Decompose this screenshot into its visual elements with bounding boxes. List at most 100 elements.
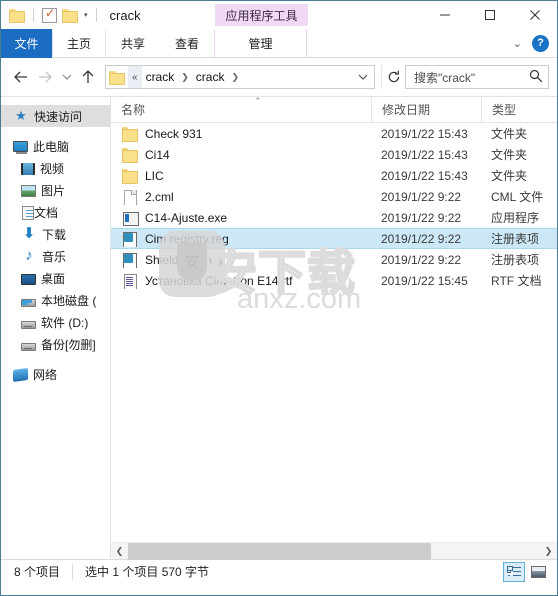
tab-share[interactable]: 共享 xyxy=(106,29,160,58)
scrollbar-thumb[interactable] xyxy=(128,542,431,560)
file-date-cell: 2019/1/22 15:45 xyxy=(381,273,468,288)
file-name-cell[interactable]: C14-Ajuste.exe xyxy=(111,210,371,226)
folder-icon xyxy=(122,147,138,163)
column-header-type[interactable]: 类型 xyxy=(481,97,557,123)
maximize-button[interactable] xyxy=(467,1,512,29)
file-date-cell: 2019/1/22 15:43 xyxy=(381,126,468,141)
main-area: ★ 快速访问此电脑视频 图片 文档 ⬇ 下载 ♪ 音乐桌面 本地磁盘 (软件 (D:) 备份[勿删… xyxy=(1,96,557,560)
search-icon[interactable] xyxy=(529,69,543,86)
navigation-pane: ★ 快速访问此电脑视频 图片 文档 ⬇ 下载 ♪ 音乐桌面 本地磁盘 (软件 (D:) 备份[勿删… xyxy=(1,97,111,559)
file-name-cell[interactable]: Cim registry.reg xyxy=(111,231,371,247)
chevron-down-icon[interactable]: ▾ xyxy=(84,12,88,19)
sidebar-item-music[interactable]: ♪ 音乐 xyxy=(1,245,110,267)
breadcrumb-item-0[interactable]: crack xyxy=(142,70,179,84)
sidebar-item-backup[interactable]: 备份[勿删] xyxy=(1,333,110,355)
sidebar-item-local-disk[interactable]: 本地磁盘 ( xyxy=(1,289,110,311)
file-name-cell[interactable]: Ci14 xyxy=(111,147,371,163)
sidebar-item-downloads[interactable]: ⬇ 下载 xyxy=(1,223,110,245)
breadcrumb-separator-0[interactable]: ❯ xyxy=(178,72,192,83)
chevron-down-icon[interactable] xyxy=(352,66,374,88)
file-name-cell[interactable]: LIC xyxy=(111,168,371,184)
column-header-name[interactable]: 名称 xyxy=(111,97,371,123)
file-type-cell: 文件夹 xyxy=(491,127,528,141)
horizontal-scrollbar[interactable]: ❮ ❯ xyxy=(111,542,557,560)
breadcrumb-item-1[interactable]: crack xyxy=(192,70,229,84)
music-icon: ♪ xyxy=(25,247,33,264)
folder-icon[interactable] xyxy=(9,8,25,23)
file-type-cell: RTF 文档 xyxy=(491,274,542,288)
minimize-button[interactable] xyxy=(422,1,467,29)
sidebar-item-software-d[interactable]: 软件 (D:) xyxy=(1,311,110,333)
tab-manage[interactable]: 管理 xyxy=(214,29,308,58)
sidebar-item-this-pc[interactable]: 此电脑 xyxy=(1,135,110,157)
file-name-cell[interactable]: Shield 931.reg xyxy=(111,252,371,268)
breadcrumb-overflow-icon[interactable]: « xyxy=(128,66,142,88)
recent-locations-button[interactable] xyxy=(57,64,76,90)
sidebar-item-documents[interactable]: 文档 xyxy=(1,201,110,223)
refresh-button[interactable] xyxy=(381,65,405,89)
file-name-label: Cim registry.reg xyxy=(145,231,229,246)
window-title: crack xyxy=(109,7,141,23)
back-button[interactable] xyxy=(9,64,33,90)
breadcrumb-separator-1[interactable]: ❯ xyxy=(228,72,242,83)
table-row[interactable]: C14-Ajuste.exe 2019/1/22 9:22 应用程序 xyxy=(111,207,557,228)
view-large-icons-button[interactable] xyxy=(527,562,549,582)
tab-home[interactable]: 主页 xyxy=(52,29,107,58)
sidebar-item-desktop[interactable]: 桌面 xyxy=(1,267,110,289)
window-controls xyxy=(422,1,557,29)
file-name-cell[interactable]: Установка Cimatron E14.rtf xyxy=(111,273,371,289)
tab-file[interactable]: 文件 xyxy=(1,29,52,58)
chevron-down-icon[interactable]: ⌄ xyxy=(509,35,526,52)
sidebar-item-network[interactable]: 网络 xyxy=(1,363,110,385)
sidebar-item-label: 下载 xyxy=(42,227,67,242)
file-date-cell: 2019/1/22 15:43 xyxy=(381,147,468,162)
qat-divider-1 xyxy=(33,8,34,22)
file-date-cell: 2019/1/22 9:22 xyxy=(381,210,462,225)
table-row[interactable]: Ci14 2019/1/22 15:43 文件夹 xyxy=(111,144,557,165)
properties-icon[interactable] xyxy=(42,6,57,23)
column-header-date[interactable]: 修改日期 xyxy=(371,97,481,123)
sidebar-item-label: 音乐 xyxy=(42,249,67,264)
quick-access-toolbar: ▾ xyxy=(9,3,100,27)
rtf-icon xyxy=(122,273,138,289)
table-row[interactable]: Check 931 2019/1/22 15:43 文件夹 xyxy=(111,123,557,144)
table-row[interactable]: 2.cml 2019/1/22 9:22 CML 文件 xyxy=(111,186,557,207)
forward-button[interactable] xyxy=(33,64,57,90)
sidebar-item-quick-access[interactable]: ★ 快速访问 xyxy=(1,105,110,127)
file-name-cell[interactable]: 2.cml xyxy=(111,189,371,205)
search-input[interactable]: 搜索"crack" xyxy=(405,65,549,89)
view-mode-buttons xyxy=(503,561,557,582)
videos-icon xyxy=(21,163,35,175)
sidebar-item-label: 此电脑 xyxy=(33,139,70,154)
table-row[interactable]: Установка Cimatron E14.rtf 2019/1/22 15:4… xyxy=(111,270,557,291)
table-row[interactable]: Cim registry.reg 2019/1/22 9:22 注册表项 xyxy=(111,228,557,249)
status-divider xyxy=(72,564,74,579)
address-bar: « crack ❯ crack ❯ 搜索"crack" xyxy=(1,58,557,96)
file-name-label: Shield 931.reg xyxy=(145,252,223,267)
view-details-button[interactable] xyxy=(503,561,525,582)
table-row[interactable]: Shield 931.reg 2019/1/22 9:22 注册表项 xyxy=(111,249,557,270)
sidebar-item-videos[interactable]: 视频 xyxy=(1,157,110,179)
scroll-right-button[interactable]: ❯ xyxy=(540,543,557,560)
breadcrumb[interactable]: « crack ❯ crack ❯ xyxy=(105,65,375,89)
file-name-label: Ci14 xyxy=(145,147,170,162)
scroll-left-button[interactable]: ❮ xyxy=(111,543,128,560)
reg-icon xyxy=(122,231,138,247)
sidebar-item-pictures[interactable]: 图片 xyxy=(1,179,110,201)
new-folder-icon[interactable] xyxy=(62,8,78,23)
contextual-tab-title: 应用程序工具 xyxy=(215,4,308,26)
file-name-cell[interactable]: Check 931 xyxy=(111,126,371,142)
tab-view[interactable]: 查看 xyxy=(160,29,214,58)
close-button[interactable] xyxy=(512,1,557,29)
this-pc-icon xyxy=(13,141,28,154)
sidebar-item-label: 网络 xyxy=(33,367,58,382)
up-button[interactable] xyxy=(76,64,100,90)
table-row[interactable]: LIC 2019/1/22 15:43 文件夹 xyxy=(111,165,557,186)
software-d-icon xyxy=(21,320,36,329)
reg-icon xyxy=(122,252,138,268)
file-date-cell: 2019/1/22 9:22 xyxy=(381,252,462,267)
scrollbar-track[interactable] xyxy=(128,542,540,560)
ribbon-tab-strip: 文件 主页 共享 查看 管理 ⌄ ? xyxy=(1,29,557,58)
file-date-cell: 2019/1/22 9:22 xyxy=(381,189,462,204)
help-icon[interactable]: ? xyxy=(532,34,549,52)
